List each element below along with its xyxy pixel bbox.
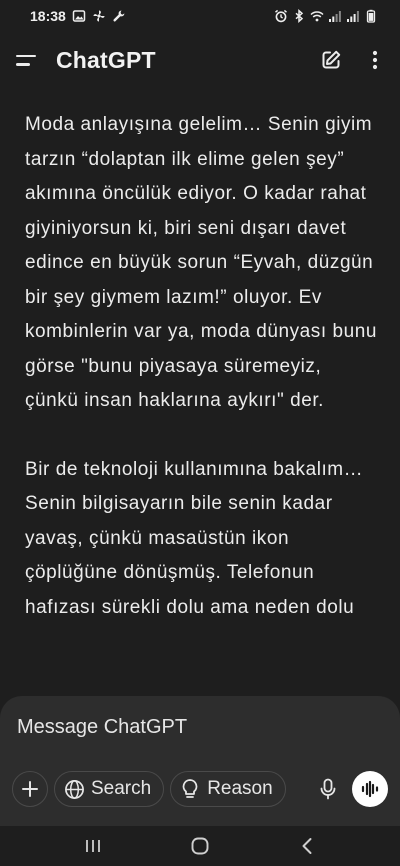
reason-button[interactable]: Reason xyxy=(170,771,286,807)
menu-icon[interactable] xyxy=(16,48,40,72)
message-input[interactable]: Message ChatGPT xyxy=(17,716,187,739)
app-header: ChatGPT xyxy=(0,32,400,88)
wifi-icon xyxy=(310,9,324,23)
fan-icon xyxy=(92,9,106,23)
battery-icon xyxy=(364,9,378,23)
signal-icon xyxy=(328,9,342,23)
signal-icon xyxy=(346,9,360,23)
message-paragraph: Moda anlayışına gelelim… Senin giyim tar… xyxy=(25,114,377,411)
edit-icon[interactable] xyxy=(318,47,344,73)
status-left: 18:38 xyxy=(30,8,126,24)
wrench-icon xyxy=(112,9,126,23)
system-nav-bar xyxy=(0,826,400,866)
chat-screen: 18:38 ChatGPT Moda anlayışına gelelim… S… xyxy=(0,0,400,866)
voice-waveform-icon xyxy=(361,780,379,798)
status-bar: 18:38 xyxy=(0,0,400,32)
alarm-icon xyxy=(274,9,288,23)
add-attachment-button[interactable] xyxy=(12,771,48,807)
globe-icon xyxy=(63,778,85,800)
home-icon[interactable] xyxy=(180,831,220,861)
composer: Message ChatGPT Search Reason xyxy=(0,696,400,826)
app-title: ChatGPT xyxy=(56,46,156,73)
back-icon[interactable] xyxy=(287,831,327,861)
header-actions xyxy=(318,47,388,73)
lightbulb-icon xyxy=(179,778,201,800)
plus-icon xyxy=(22,781,38,797)
composer-tools: Search Reason xyxy=(12,771,388,807)
gallery-icon xyxy=(72,9,86,23)
recent-apps-icon[interactable] xyxy=(73,831,113,861)
assistant-message: Moda anlayışına gelelim… Senin giyim tar… xyxy=(25,108,380,659)
status-right xyxy=(274,9,378,23)
voice-mode-button[interactable] xyxy=(352,771,388,807)
message-paragraph: Bir de teknoloji kullanımına bakalım… Se… xyxy=(25,458,364,618)
status-time: 18:38 xyxy=(30,8,66,24)
reason-label: Reason xyxy=(207,778,273,799)
more-vertical-icon[interactable] xyxy=(362,47,388,73)
search-button[interactable]: Search xyxy=(54,771,165,807)
bluetooth-icon xyxy=(292,9,306,23)
search-label: Search xyxy=(91,778,152,799)
microphone-icon[interactable] xyxy=(310,771,346,807)
